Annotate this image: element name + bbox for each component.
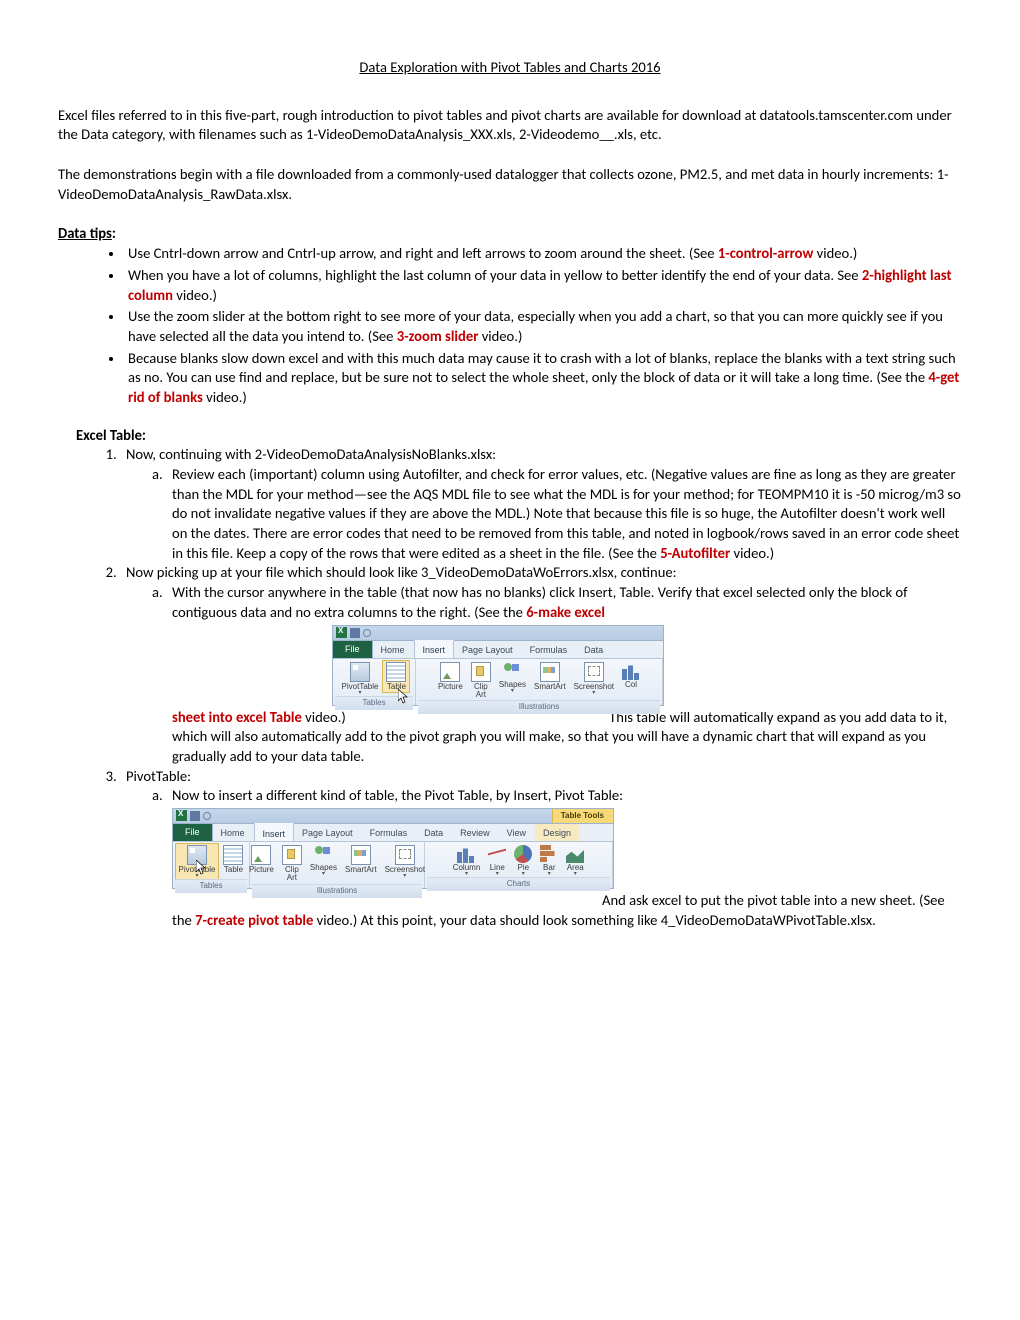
list-item: Use Cntrl-down arrow and Cntrl-up arrow,…: [124, 244, 962, 264]
bar-chart-button[interactable]: Bar▾: [537, 844, 561, 877]
column-chart-icon: [457, 845, 475, 863]
excel-ribbon-screenshot-1: File Home Insert Page Layout Formulas Da…: [332, 625, 962, 706]
area-chart-button[interactable]: Area▾: [563, 844, 587, 877]
tab-page-layout[interactable]: Page Layout: [454, 641, 522, 658]
list-item: Review each (important) column using Aut…: [166, 465, 962, 563]
list-item: When you have a lot of columns, highligh…: [124, 266, 962, 305]
table-button[interactable]: Table: [383, 661, 409, 692]
line-chart-icon: [488, 845, 506, 863]
list-item: Now picking up at your file which should…: [120, 563, 962, 766]
shapes-icon: [503, 662, 521, 680]
group-charts: Charts: [427, 877, 610, 891]
smartart-icon: [351, 845, 371, 865]
pie-chart-button[interactable]: Pie▾: [511, 844, 535, 877]
tab-insert[interactable]: Insert: [254, 823, 295, 841]
tab-formulas[interactable]: Formulas: [362, 824, 417, 841]
shapes-icon: [314, 845, 332, 863]
video-ref-6a: 6-make excel: [526, 603, 605, 621]
tab-design[interactable]: Design: [535, 824, 580, 841]
video-ref-6b: sheet into excel Table: [172, 708, 302, 726]
tab-file[interactable]: File: [333, 641, 373, 658]
video-ref-7: 7-create pivot table: [195, 911, 313, 929]
group-illustrations: Illustrations: [252, 884, 422, 898]
list-item: Now, continuing with 2-VideoDemoDataAnal…: [120, 445, 962, 563]
title-bar: [333, 626, 663, 641]
list-item: Use the zoom slider at the bottom right …: [124, 307, 962, 346]
undo-icon: [203, 812, 211, 820]
ribbon-tools: PivotTable▾ Table Tables Picture Clip Ar…: [333, 659, 663, 705]
tab-insert[interactable]: Insert: [414, 640, 455, 658]
list-item: PivotTable: Now to insert a different ki…: [120, 767, 962, 931]
data-tips-list: Use Cntrl-down arrow and Cntrl-up arrow,…: [58, 244, 962, 408]
list-item: Now to insert a different kind of table,…: [166, 786, 962, 930]
pivottable-icon: [350, 662, 370, 682]
column-chart-button[interactable]: Column▾: [450, 844, 484, 877]
title-bar: Table Tools: [173, 809, 613, 824]
area-chart-icon: [566, 845, 584, 863]
intro-paragraph-2: The demonstrations begin with a file dow…: [58, 165, 962, 204]
table-button[interactable]: Table: [220, 844, 246, 875]
table-icon: [223, 845, 243, 865]
shapes-button[interactable]: Shapes▾: [307, 844, 340, 877]
page-title: Data Exploration with Pivot Tables and C…: [58, 58, 962, 78]
bar-chart-icon: [540, 845, 558, 863]
video-ref-3: 3-zoom slider: [397, 327, 479, 345]
column-icon: [622, 662, 640, 680]
clipart-button[interactable]: Clip Art: [468, 661, 494, 701]
context-tab-table-tools: Table Tools: [552, 809, 613, 823]
tab-formulas[interactable]: Formulas: [522, 641, 577, 658]
screenshot-button[interactable]: Screenshot▾: [382, 844, 428, 879]
ribbon-tabs: File Home Insert Page Layout Formulas Da…: [333, 641, 663, 659]
pivottable-button[interactable]: PivotTable▾: [176, 844, 219, 879]
shapes-button[interactable]: Shapes▾: [496, 661, 529, 694]
save-icon: [190, 811, 200, 821]
screenshot-button[interactable]: Screenshot▾: [571, 661, 617, 696]
save-icon: [350, 628, 360, 638]
excel-icon: [336, 627, 347, 638]
clipart-icon: [471, 662, 491, 682]
excel-table-list: Now, continuing with 2-VideoDemoDataAnal…: [58, 445, 962, 930]
excel-icon: [176, 810, 187, 821]
table-icon: [386, 662, 406, 682]
undo-icon: [363, 629, 371, 637]
list-item: Because blanks slow down excel and with …: [124, 349, 962, 408]
clipart-button[interactable]: Clip Art: [279, 844, 305, 884]
video-ref-1: 1-control-arrow: [718, 244, 814, 262]
group-tables: Tables: [175, 879, 247, 893]
picture-button[interactable]: Picture: [435, 661, 466, 692]
smartart-button[interactable]: SmartArt: [342, 844, 380, 875]
screenshot-icon: [584, 662, 604, 682]
tab-data[interactable]: Data: [416, 824, 452, 841]
pivottable-icon: [187, 845, 207, 865]
clipart-icon: [282, 845, 302, 865]
tab-home[interactable]: Home: [373, 641, 414, 658]
pivottable-button[interactable]: PivotTable▾: [339, 661, 382, 696]
tab-view[interactable]: View: [499, 824, 535, 841]
ribbon-tabs: File Home Insert Page Layout Formulas Da…: [173, 824, 613, 842]
picture-icon: [440, 662, 460, 682]
screenshot-icon: [395, 845, 415, 865]
smartart-button[interactable]: SmartArt: [531, 661, 569, 692]
picture-icon: [251, 845, 271, 865]
tab-page-layout[interactable]: Page Layout: [294, 824, 362, 841]
video-ref-5: 5-Autofilter: [660, 544, 730, 562]
list-item: With the cursor anywhere in the table (t…: [166, 583, 962, 766]
picture-button[interactable]: Picture: [246, 844, 277, 875]
line-chart-button[interactable]: Line▾: [485, 844, 509, 877]
pie-chart-icon: [514, 845, 532, 863]
group-illustrations: Illustrations: [418, 700, 660, 714]
data-tips-heading: Data tips:: [58, 224, 962, 244]
tab-home[interactable]: Home: [213, 824, 254, 841]
smartart-icon: [540, 662, 560, 682]
excel-table-heading: Excel Table:: [76, 426, 962, 446]
document-page: Data Exploration with Pivot Tables and C…: [0, 0, 1020, 1320]
column-button-partial[interactable]: Col: [619, 661, 643, 690]
intro-paragraph-1: Excel files referred to in this five-par…: [58, 106, 962, 145]
group-tables: Tables: [335, 696, 413, 710]
tab-file[interactable]: File: [173, 824, 213, 841]
ribbon-tools: PivotTable▾ Table Tables Picture Clip Ar…: [173, 842, 613, 888]
tab-data[interactable]: Data: [576, 641, 612, 658]
tab-review[interactable]: Review: [452, 824, 499, 841]
excel-ribbon-screenshot-2: Table Tools File Home Insert Page Layout…: [172, 808, 962, 889]
